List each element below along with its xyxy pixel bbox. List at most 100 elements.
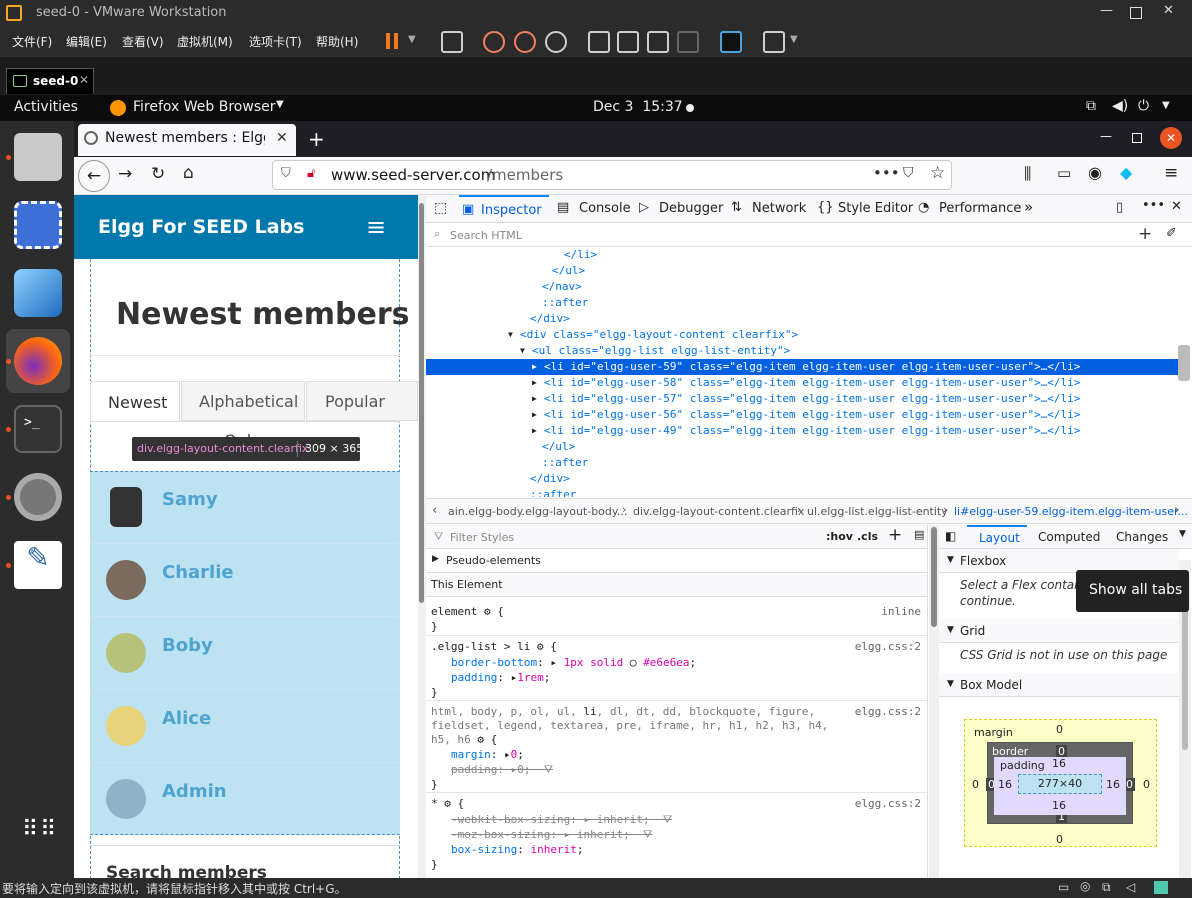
url-bar[interactable]: ⛉ 🔓︎ www.seed-server.com /members ••• ⛉ …	[272, 160, 952, 190]
rule-decl-overridden[interactable]: -webkit-box-sizing: ▸ inherit; ⛛	[451, 813, 672, 827]
markup-line[interactable]: </ul>	[426, 439, 1178, 455]
thumbnail-icon[interactable]	[617, 31, 639, 53]
avatar[interactable]	[110, 487, 142, 527]
margin-left-value[interactable]: 0	[972, 778, 979, 791]
revert-snapshot-icon[interactable]	[514, 31, 536, 53]
menu-tabs[interactable]: 选项卡(T)	[249, 33, 302, 50]
tab-network[interactable]: Network	[752, 201, 806, 216]
shield-icon[interactable]: ⛉	[281, 166, 291, 181]
markup-line[interactable]: </li>	[426, 247, 1178, 263]
class-toggle-button[interactable]: .cls	[857, 530, 878, 543]
network-icon[interactable]: ⧉	[1086, 98, 1096, 114]
search-html-input[interactable]: Search HTML	[450, 229, 522, 242]
close-tab-icon[interactable]: ✕	[276, 130, 288, 146]
site-title[interactable]: Elgg For SEED Labs	[98, 216, 304, 238]
member-name[interactable]: Boby	[162, 635, 213, 656]
tab-debugger[interactable]: Debugger	[659, 201, 723, 216]
markup-line[interactable]: <li id="elgg-user-56" class="elgg-item e…	[426, 407, 1178, 423]
rule-decl[interactable]: box-sizing: inherit;	[451, 843, 583, 856]
expand-triangle-icon[interactable]: ▶	[532, 423, 537, 439]
list-item[interactable]: Alice	[90, 690, 399, 763]
avatar[interactable]	[106, 633, 146, 673]
volume-icon[interactable]: ◀)	[1112, 98, 1128, 114]
terminal-icon[interactable]: >_	[14, 405, 62, 453]
tab-console[interactable]: Console	[579, 201, 631, 216]
print-simulation-icon[interactable]: ▤	[914, 528, 924, 541]
box-model-content[interactable]: 277×40	[1018, 774, 1102, 794]
chevron-down-icon[interactable]: ▼	[408, 34, 416, 45]
files-icon[interactable]	[14, 133, 62, 181]
padding-right-value[interactable]: 16	[1106, 778, 1120, 791]
chevron-right-icon[interactable]: ›	[1174, 503, 1179, 518]
avatar[interactable]	[106, 706, 146, 746]
toggle-sidebar-icon[interactable]: ◧	[945, 529, 956, 543]
bookmark-star-icon[interactable]: ☆	[930, 163, 945, 183]
page-scrollbar[interactable]	[418, 195, 426, 878]
browser-tab[interactable]: Newest members : Elgg f ✕	[78, 124, 296, 156]
boxmodel-section[interactable]: ▼ Box Model	[939, 673, 1179, 697]
tab-popular[interactable]: Popular	[306, 381, 418, 421]
hamburger-menu-icon[interactable]: ≡	[1164, 163, 1178, 183]
more-options-icon[interactable]: •••	[1142, 198, 1165, 213]
rule-selector[interactable]: * ⚙ {	[431, 797, 464, 810]
firefox-dock-icon[interactable]	[14, 337, 62, 385]
breadcrumb-item-selected[interactable]: li#elgg-user-59.elgg-item.elgg-item-user…	[954, 505, 1188, 518]
sidebar-toggle-icon[interactable]	[588, 31, 610, 53]
collapse-triangle-icon[interactable]: ▼	[508, 327, 513, 343]
tab-changes[interactable]: Changes	[1116, 530, 1168, 544]
scrollbar-thumb[interactable]	[419, 203, 424, 603]
menu-view[interactable]: 查看(V)	[122, 33, 164, 50]
back-button[interactable]: ←	[78, 160, 110, 192]
markup-line[interactable]: </div>	[426, 471, 1178, 487]
hover-toggle-button[interactable]: :hov	[826, 530, 853, 543]
chevron-down-icon[interactable]: ▼	[1162, 100, 1170, 111]
tab-newest[interactable]: Newest	[90, 381, 180, 421]
console-view-icon[interactable]	[720, 31, 742, 53]
padding-top-value[interactable]: 16	[1052, 757, 1066, 770]
list-item[interactable]: Charlie	[90, 544, 399, 617]
markup-line[interactable]: </nav>	[426, 279, 1178, 295]
insecure-lock-icon[interactable]: 🔓︎	[307, 166, 315, 181]
rule-source[interactable]: elgg.css:2	[855, 640, 921, 653]
message-icon[interactable]	[1154, 881, 1168, 894]
markup-line-selected[interactable]: <li id="elgg-user-59" class="elgg-item e…	[426, 359, 1178, 375]
margin-right-value[interactable]: 0	[1143, 778, 1150, 791]
minimize-icon[interactable]: —	[1100, 129, 1112, 143]
list-item[interactable]: Admin	[90, 763, 399, 836]
scrollbar-thumb[interactable]	[931, 527, 937, 627]
power-icon[interactable]: ⏻	[1138, 98, 1149, 114]
padding-left-value[interactable]: 16	[998, 778, 1012, 791]
hamburger-menu-icon[interactable]: ≡	[366, 213, 386, 241]
reload-button[interactable]: ↻	[151, 164, 165, 184]
pocket-icon[interactable]: ⛉	[903, 165, 914, 181]
scrollbar-thumb[interactable]	[1182, 600, 1188, 750]
page-actions-icon[interactable]: •••	[873, 164, 900, 182]
markup-line[interactable]: <li id="elgg-user-49" class="elgg-item e…	[426, 423, 1178, 439]
chevron-down-icon[interactable]: ▼	[790, 34, 798, 45]
breadcrumb-item[interactable]: ain.elgg-body.elgg-layout-body...	[448, 505, 627, 518]
close-devtools-icon[interactable]: ✕	[1171, 199, 1182, 214]
close-window-icon[interactable]: ✕	[1160, 127, 1182, 149]
box-model-border[interactable]: border 0 1 0 0 padding 16 16 16 16 277×4…	[986, 742, 1135, 824]
markup-scrollbar[interactable]	[1178, 345, 1190, 381]
settings-icon[interactable]	[14, 473, 62, 521]
cdrom-icon[interactable]: ◎	[1080, 879, 1090, 893]
markup-line[interactable]: ::after	[426, 455, 1178, 471]
stretch-icon[interactable]	[763, 31, 785, 53]
markup-view[interactable]: </li> </ul> </nav>::after </div> <div class=…	[426, 247, 1192, 497]
rule-decl[interactable]: border-bottom: ▸ 1px solid ◯ #e6e6ea;	[451, 656, 696, 669]
collapse-triangle-icon[interactable]: ▼	[947, 555, 954, 565]
markup-line[interactable]: ::after	[426, 487, 1178, 497]
rule-source[interactable]: elgg.css:2	[855, 705, 921, 718]
box-model-padding[interactable]: padding 16 16 16 16 277×40	[994, 757, 1126, 815]
list-item[interactable]: Samy	[90, 471, 399, 544]
eyedropper-icon[interactable]: ✐	[1166, 226, 1177, 241]
grid-section[interactable]: ▼ Grid	[939, 619, 1179, 643]
collapse-triangle-icon[interactable]: ▼	[520, 343, 525, 359]
tab-layout[interactable]: Layout	[967, 525, 1027, 549]
rules-scrollbar[interactable]	[929, 525, 939, 878]
padding-bottom-value[interactable]: 16	[1052, 799, 1066, 812]
hdd-icon[interactable]: ▭	[1058, 880, 1069, 894]
tab-inspector[interactable]: ▣ Inspector	[459, 195, 549, 223]
close-icon[interactable]: ✕	[1163, 3, 1174, 18]
